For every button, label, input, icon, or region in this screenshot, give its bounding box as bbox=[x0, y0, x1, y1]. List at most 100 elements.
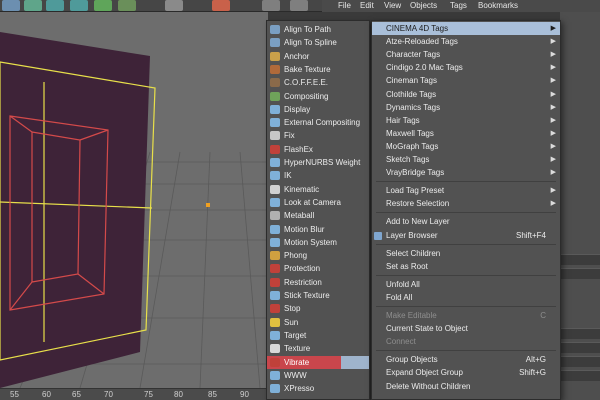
context-menu-item[interactable]: Layer Browser Shift+F4 bbox=[372, 229, 560, 242]
submenu-item-label: Align To Spline bbox=[284, 38, 337, 48]
toolbar-tool-icon[interactable] bbox=[46, 0, 64, 11]
submenu-item[interactable]: Fix bbox=[267, 129, 369, 142]
submenu-item[interactable]: Metaball bbox=[267, 209, 369, 222]
context-menu-item[interactable]: Restore Selection ▶ bbox=[372, 197, 560, 210]
bake-texture-icon bbox=[270, 64, 280, 74]
context-menu-item[interactable]: Select Children bbox=[372, 247, 560, 260]
attributes-row[interactable] bbox=[560, 328, 600, 339]
context-menu-item[interactable]: Add to New Layer bbox=[372, 215, 560, 228]
menu-file[interactable]: File bbox=[338, 0, 351, 12]
toolbar-tool-icon[interactable] bbox=[94, 0, 112, 11]
submenu-item[interactable]: Align To Spline bbox=[267, 36, 369, 49]
context-menu-item[interactable]: Hair Tags ▶ bbox=[372, 114, 560, 127]
submenu-item[interactable]: Texture bbox=[267, 342, 369, 355]
context-menu-item-label: Load Tag Preset bbox=[386, 186, 445, 196]
context-menu-item[interactable]: Dynamics Tags ▶ bbox=[372, 101, 560, 114]
context-menu-item-label: Restore Selection bbox=[386, 199, 450, 209]
submenu-item[interactable]: Restriction bbox=[267, 276, 369, 289]
submenu-item[interactable]: Anchor bbox=[267, 50, 369, 63]
submenu-item[interactable]: Stick Texture bbox=[267, 289, 369, 302]
context-menu-item[interactable]: Character Tags ▶ bbox=[372, 48, 560, 61]
context-menu-item[interactable]: MoGraph Tags ▶ bbox=[372, 140, 560, 153]
submenu-item[interactable]: Protection bbox=[267, 262, 369, 275]
ruler-label: 70 bbox=[104, 390, 113, 399]
toolbar-tool-icon[interactable] bbox=[24, 0, 42, 11]
submenu-item-label: Stick Texture bbox=[284, 291, 330, 300]
context-menu-item[interactable]: Cineman Tags ▶ bbox=[372, 74, 560, 87]
3d-viewport[interactable] bbox=[0, 12, 268, 388]
submenu-item[interactable]: Sun bbox=[267, 316, 369, 329]
render-icon[interactable] bbox=[212, 0, 230, 11]
context-menu-item[interactable]: Load Tag Preset ▶ bbox=[372, 184, 560, 197]
attributes-row[interactable] bbox=[560, 356, 600, 367]
context-menu-item[interactable]: Current State to Object bbox=[372, 322, 560, 335]
submenu-item[interactable]: Look at Camera bbox=[267, 196, 369, 209]
toolbar-tool-icon[interactable] bbox=[2, 0, 20, 11]
submenu-item-label: WWW bbox=[284, 370, 307, 380]
toolbar-tool-icon[interactable] bbox=[118, 0, 136, 11]
menu-view[interactable]: View bbox=[384, 0, 401, 12]
context-menu-item[interactable]: Expand Object Group Shift+G bbox=[372, 366, 560, 379]
submenu-item[interactable]: IK bbox=[267, 169, 369, 182]
cinema4d-tags-submenu: Align To Path Align To Spline Anchor Bake T… bbox=[266, 20, 370, 400]
context-menu-item[interactable]: Group Objects Alt+G bbox=[372, 353, 560, 366]
submenu-item[interactable]: External Compositing bbox=[267, 116, 369, 129]
submenu-item[interactable]: Stop bbox=[267, 302, 369, 315]
submenu-item[interactable]: WWW bbox=[267, 369, 369, 382]
submenu-item[interactable]: Kinematic bbox=[267, 183, 369, 196]
context-menu-item-label: Maxwell Tags bbox=[386, 128, 434, 138]
menu-tags[interactable]: Tags bbox=[450, 0, 467, 12]
menu-bookmarks[interactable]: Bookmarks bbox=[478, 0, 518, 12]
context-menu-item-label: VrayBridge Tags bbox=[386, 168, 445, 178]
submenu-item[interactable]: FlashEx bbox=[267, 143, 369, 156]
toolbar-tool-icon[interactable] bbox=[262, 0, 280, 11]
menu-separator bbox=[376, 212, 556, 214]
context-menu-item[interactable]: Cindigo 2.0 Mac Tags ▶ bbox=[372, 61, 560, 74]
context-menu-item[interactable]: Set as Root bbox=[372, 260, 560, 273]
motion-blur-icon bbox=[270, 224, 280, 234]
context-menu-item[interactable]: Clothilde Tags ▶ bbox=[372, 88, 560, 101]
submenu-item[interactable]: Compositing bbox=[267, 90, 369, 103]
menu-edit[interactable]: Edit bbox=[360, 0, 374, 12]
cursor-tool-icon[interactable] bbox=[165, 0, 183, 11]
attributes-row[interactable] bbox=[560, 342, 600, 353]
context-menu-item[interactable]: VrayBridge Tags ▶ bbox=[372, 166, 560, 179]
submenu-item[interactable]: Vibrate bbox=[267, 355, 369, 370]
attributes-row[interactable] bbox=[560, 268, 600, 279]
submenu-item-label: IK bbox=[284, 171, 292, 181]
context-menu-item: Connect bbox=[372, 335, 560, 348]
submenu-item[interactable]: Motion Blur bbox=[267, 223, 369, 236]
submenu-item[interactable]: Phong bbox=[267, 249, 369, 262]
submenu-arrow-icon: ▶ bbox=[550, 156, 556, 163]
attributes-row[interactable] bbox=[560, 370, 600, 381]
toolbar-tool-icon[interactable] bbox=[70, 0, 88, 11]
submenu-item[interactable]: Display bbox=[267, 103, 369, 116]
context-menu-item-label: Hair Tags bbox=[386, 115, 420, 125]
submenu-arrow-icon: ▶ bbox=[550, 90, 556, 98]
submenu-item[interactable]: Target bbox=[267, 329, 369, 342]
submenu-item[interactable]: C.O.F.F.E.E. bbox=[267, 76, 369, 89]
context-menu-item[interactable]: Atze-Reloaded Tags ▶ bbox=[372, 35, 560, 48]
context-menu-item-label: Delete Without Children bbox=[386, 381, 471, 391]
submenu-item[interactable]: Align To Path bbox=[267, 23, 369, 36]
menu-separator bbox=[376, 274, 556, 276]
context-menu-item[interactable]: Fold All bbox=[372, 291, 560, 304]
submenu-item[interactable]: HyperNURBS Weight bbox=[267, 156, 369, 169]
toolbar-tool-icon[interactable] bbox=[290, 0, 308, 11]
context-menu-item[interactable]: Sketch Tags ▶ bbox=[372, 153, 560, 166]
timeline-ruler[interactable]: 55 60 65 70 75 80 85 90 bbox=[0, 388, 268, 400]
menu-objects[interactable]: Objects bbox=[410, 0, 437, 12]
context-menu-item[interactable]: Maxwell Tags ▶ bbox=[372, 127, 560, 140]
submenu-item[interactable]: Motion System bbox=[267, 236, 369, 249]
submenu-item-label: XPresso bbox=[284, 384, 315, 394]
target-icon bbox=[270, 330, 280, 340]
phong-icon bbox=[270, 251, 280, 261]
submenu-arrow-icon: ▶ bbox=[550, 187, 556, 195]
context-menu-item[interactable]: CINEMA 4D Tags ▶ bbox=[372, 22, 560, 35]
attributes-row[interactable] bbox=[560, 254, 600, 265]
context-menu-item[interactable]: Unfold All bbox=[372, 278, 560, 291]
context-menu-item[interactable]: Delete Without Children bbox=[372, 380, 560, 393]
submenu-item[interactable]: XPresso bbox=[267, 382, 369, 395]
submenu-arrow-icon: ▶ bbox=[550, 129, 556, 137]
submenu-item[interactable]: Bake Texture bbox=[267, 63, 369, 76]
